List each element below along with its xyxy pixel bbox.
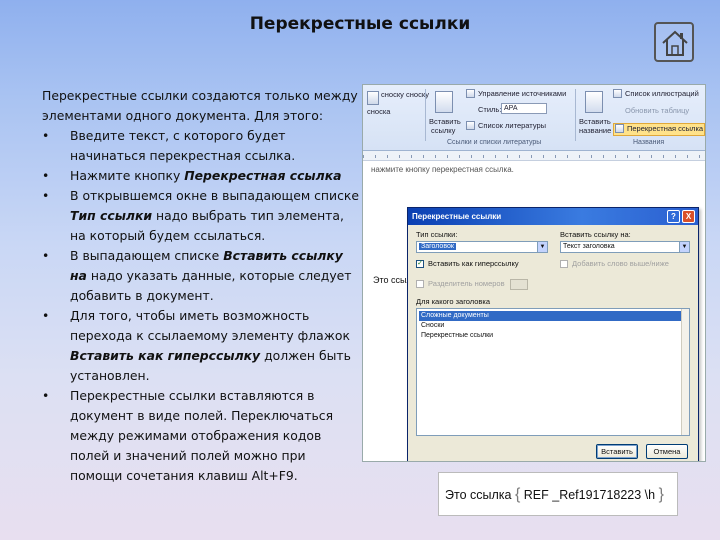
- home-icon: [662, 30, 688, 56]
- bibliography-button[interactable]: Список литературы: [478, 121, 546, 130]
- close-button[interactable]: X: [682, 210, 695, 223]
- ref-type-select[interactable]: Заголовок ▼: [416, 241, 548, 253]
- home-button[interactable]: [654, 22, 694, 62]
- hyperlink-checkbox[interactable]: ✓: [416, 260, 424, 268]
- ribbon-separator: [425, 89, 426, 141]
- instruction-list: Введите текст, с которого будет начинать…: [42, 126, 360, 486]
- list-item[interactable]: Сноски: [419, 321, 687, 331]
- style-label: Стиль:: [478, 105, 502, 114]
- word-ribbon: сноску сноску сноска Вставить ссылку Упр…: [363, 85, 705, 151]
- instruction-item: В выпадающем списке Вставить ссылку на н…: [42, 246, 360, 306]
- bibliography-icon: [466, 121, 475, 130]
- insert-citation-icon: [435, 91, 453, 113]
- for-which-label: Для какого заголовка: [416, 297, 491, 306]
- group-captions-label: Названия: [633, 139, 665, 146]
- list-item[interactable]: Перекрестные ссылки: [419, 331, 687, 341]
- chevron-down-icon: ▼: [679, 242, 689, 252]
- above-below-label: Добавить слово выше/ниже: [572, 259, 669, 268]
- ribbon-separator: [575, 89, 576, 141]
- headings-list[interactable]: Сложные документы Сноски Перекрестные сс…: [416, 308, 690, 436]
- field-code-prefix: Это ссылка: [445, 488, 515, 502]
- cross-reference-icon: [615, 124, 624, 133]
- scrollbar[interactable]: [681, 309, 689, 435]
- insert-caption-button[interactable]: Вставить: [579, 117, 611, 126]
- list-item[interactable]: Сложные документы: [419, 311, 687, 321]
- manage-sources-icon: [466, 89, 475, 98]
- hyperlink-label: Вставить как гиперссылку: [428, 259, 519, 268]
- instruction-emphasis: Тип ссылки: [70, 208, 153, 223]
- help-button[interactable]: ?: [667, 210, 680, 223]
- insert-citation-button[interactable]: Вставить: [429, 117, 461, 126]
- above-below-checkbox[interactable]: [560, 260, 568, 268]
- update-table-button[interactable]: Обновить таблицу: [625, 106, 689, 115]
- slide-title: Перекрестные ссылки: [249, 14, 471, 34]
- para-number-label: Разделитель номеров: [428, 279, 505, 288]
- ruler: [363, 151, 705, 161]
- insert-footnote-button[interactable]: сноска: [367, 107, 390, 116]
- instruction-text: В открывшемся окне в выпадающем списке: [70, 188, 359, 203]
- instruction-item: Для того, чтобы иметь возможность перехо…: [42, 306, 360, 386]
- insert-ref-to-label: Вставить ссылку на:: [560, 230, 631, 239]
- cross-reference-button[interactable]: Перекрестная ссылка: [627, 124, 703, 133]
- instruction-emphasis: Перекрестная ссылка: [184, 168, 342, 183]
- table-of-figures-icon: [613, 89, 622, 98]
- ref-type-label: Тип ссылки:: [416, 230, 458, 239]
- instruction-text: Перекрестные ссылки вставляются в докуме…: [70, 388, 334, 483]
- insert-citation-label-2: ссылку: [431, 126, 456, 135]
- instruction-text: В выпадающем списке: [70, 248, 224, 263]
- cross-reference-dialog: Перекрестные ссылки ? X Тип ссылки: Заго…: [407, 207, 699, 461]
- footnote-button[interactable]: сноску сноску: [367, 90, 429, 99]
- table-of-figures-button[interactable]: Список иллюстраций: [625, 89, 699, 98]
- instruction-text: Нажмите кнопку: [70, 168, 185, 183]
- separator-field[interactable]: [510, 279, 528, 290]
- insert-caption-icon: [585, 91, 603, 113]
- insert-ref-to-select[interactable]: Текст заголовка ▼: [560, 241, 690, 253]
- intro-text: Перекрестные ссылки создаются только меж…: [42, 88, 358, 123]
- ref-type-value: Заголовок: [419, 243, 456, 250]
- document-cut-text: нажмите кнопку перекрестная ссылка.: [371, 165, 514, 174]
- insert-button[interactable]: Вставить: [596, 444, 638, 459]
- instruction-item: Введите текст, с которого будет начинать…: [42, 126, 360, 166]
- dialog-titlebar[interactable]: Перекрестные ссылки: [408, 208, 698, 225]
- instruction-item: Нажмите кнопку Перекрестная ссылка: [42, 166, 360, 186]
- manage-sources-button[interactable]: Управление источниками: [478, 89, 566, 98]
- word-screenshot: сноску сноску сноска Вставить ссылку Упр…: [362, 84, 706, 462]
- group-citations-label: Ссылки и списки литературы: [447, 139, 542, 146]
- instruction-text: Введите текст, с которого будет начинать…: [70, 128, 296, 163]
- chevron-down-icon: ▼: [537, 242, 547, 252]
- field-code-example: Это ссылка { REF _Ref191718223 \h }: [438, 472, 678, 516]
- instruction-item: В открывшемся окне в выпадающем списке Т…: [42, 186, 360, 246]
- para-number-checkbox[interactable]: [416, 280, 424, 288]
- instruction-emphasis: Вставить как гиперссылку: [70, 348, 261, 363]
- insert-ref-to-value: Текст заголовка: [563, 243, 615, 250]
- instruction-text: надо указать данные, которые следует доб…: [70, 268, 352, 303]
- field-code-text: REF _Ref191718223 \h: [520, 488, 659, 502]
- instruction-text: Для того, чтобы иметь возможность перехо…: [70, 308, 350, 343]
- insert-caption-label-2: название: [579, 126, 612, 135]
- field-close-brace: }: [658, 486, 664, 503]
- cancel-button[interactable]: Отмена: [646, 444, 688, 459]
- dialog-title: Перекрестные ссылки: [412, 212, 502, 221]
- instruction-item: Перекрестные ссылки вставляются в докуме…: [42, 386, 360, 486]
- body-text: Перекрестные ссылки создаются только меж…: [42, 86, 360, 486]
- style-select[interactable]: APA: [501, 103, 547, 114]
